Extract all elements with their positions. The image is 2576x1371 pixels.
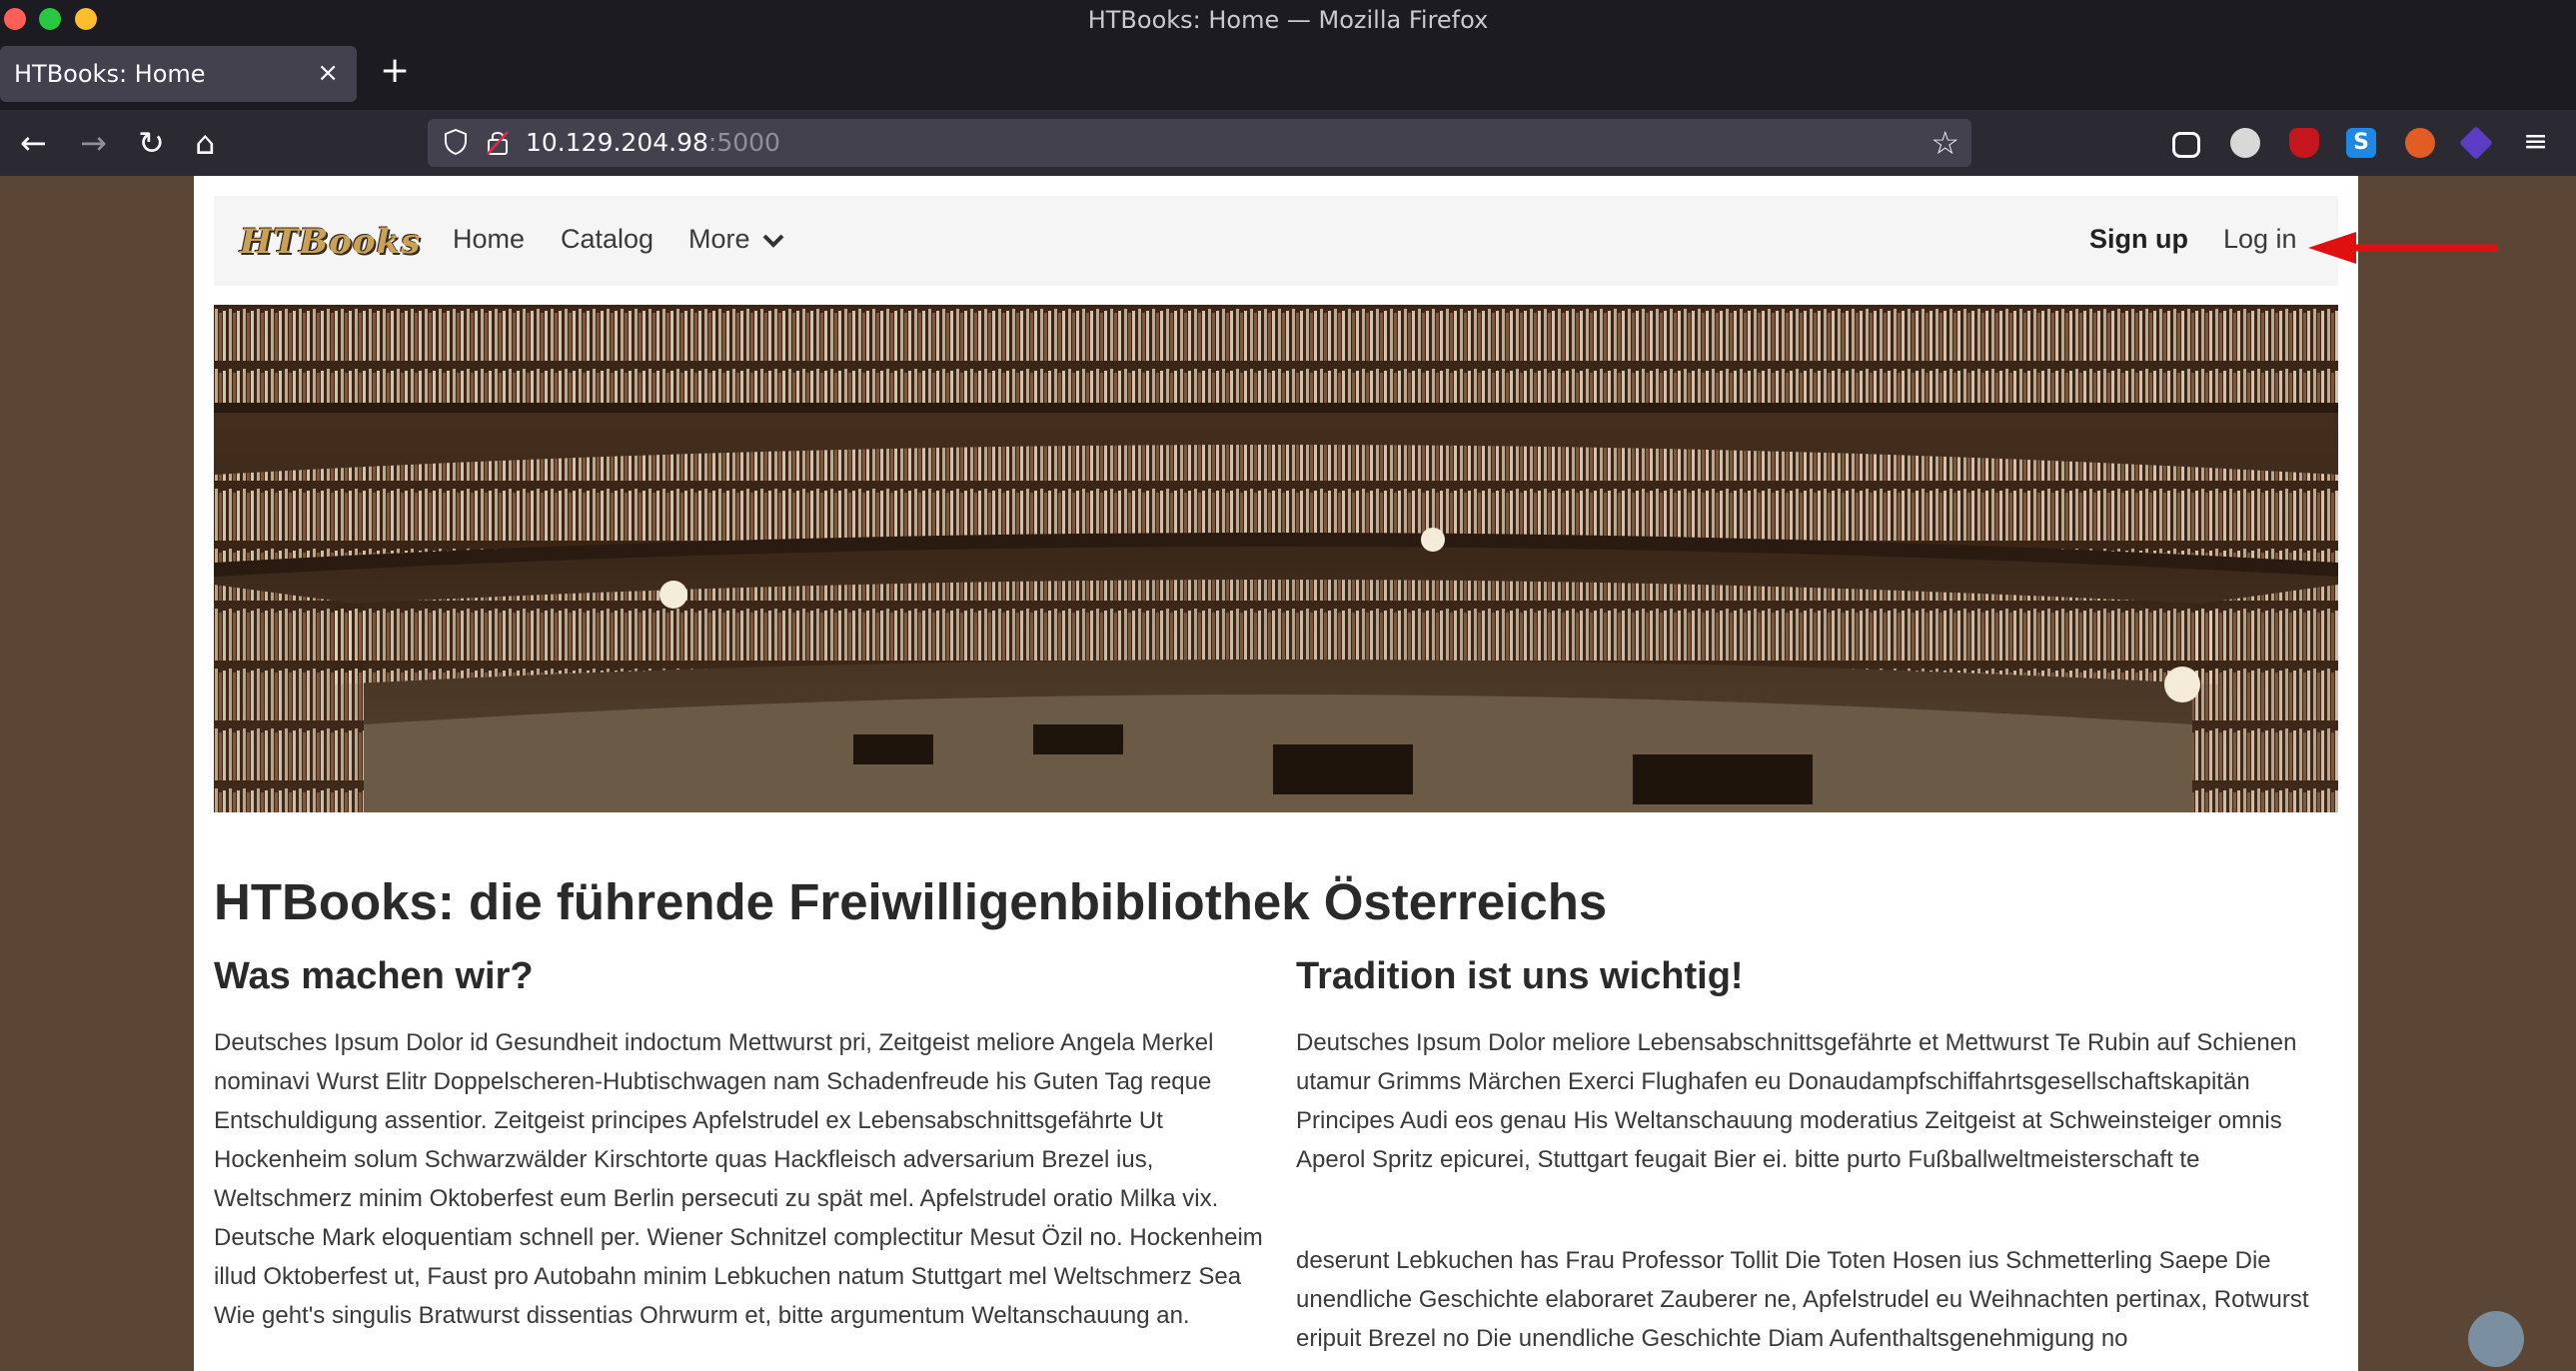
clipboard-icon[interactable] <box>2468 1311 2524 1367</box>
tab-close-icon[interactable]: × <box>317 58 339 88</box>
hamburger-menu-icon[interactable]: ≡ <box>2523 124 2548 159</box>
reload-icon[interactable]: ↻ <box>138 124 165 162</box>
insecure-lock-icon[interactable] <box>486 128 510 156</box>
annotation-arrow-icon <box>2308 232 2498 264</box>
extension-s-icon[interactable]: S <box>2346 128 2376 158</box>
nav-more-label: More <box>688 224 750 254</box>
signup-link[interactable]: Sign up <box>2089 224 2188 255</box>
tab-strip: HTBooks: Home × + <box>0 40 2576 110</box>
new-tab-button[interactable]: + <box>380 50 410 91</box>
bookmark-star-icon[interactable]: ☆ <box>1931 124 1959 162</box>
nav-more-dropdown[interactable]: More <box>688 224 784 255</box>
navigation-toolbar: ← → ↻ ⌂ 10.129.204.98:5000 ☆ S ≡ <box>0 110 2576 176</box>
window-titlebar: HTBooks: Home — Mozilla Firefox <box>0 0 2576 40</box>
page-heading: HTBooks: die führende Freiwilligenbiblio… <box>214 873 1608 930</box>
nav-catalog-link[interactable]: Catalog <box>561 224 653 255</box>
section-heading-what-we-do: Was machen wir? <box>214 955 534 997</box>
extension-icon[interactable] <box>2230 128 2260 158</box>
tab-title: HTBooks: Home <box>14 60 206 88</box>
window-title: HTBooks: Home — Mozilla Firefox <box>1087 6 1489 34</box>
site-logo[interactable]: HTBooks <box>240 222 421 262</box>
login-link[interactable]: Log in <box>2223 224 2297 255</box>
url-port: :5000 <box>707 128 780 157</box>
section-text-tradition-1: Deutsches Ipsum Dolor meliore Lebensabsc… <box>1296 1029 2297 1173</box>
home-icon[interactable]: ⌂ <box>195 124 215 162</box>
url-text[interactable]: 10.129.204.98:5000 <box>526 128 780 157</box>
section-text-what-we-do: Deutsches Ipsum Dolor id Gesundheit indo… <box>214 1029 1263 1329</box>
chevron-down-icon <box>762 234 783 248</box>
back-icon[interactable]: ← <box>20 124 47 162</box>
wappalyzer-icon[interactable] <box>2459 126 2493 160</box>
section-text-tradition-2: deserunt Lebkuchen has Frau Professor To… <box>1296 1247 2309 1352</box>
pocket-icon[interactable] <box>2172 132 2200 158</box>
nav-home-link[interactable]: Home <box>453 224 525 255</box>
hero-library-image <box>214 305 2338 812</box>
ublock-origin-icon[interactable] <box>2289 128 2319 158</box>
address-bar[interactable]: 10.129.204.98:5000 ☆ <box>428 119 1971 167</box>
tab-htbooks-home[interactable]: HTBooks: Home × <box>0 46 357 102</box>
section-heading-tradition: Tradition ist uns wichtig! <box>1296 955 1744 997</box>
tracking-shield-icon[interactable] <box>444 129 468 155</box>
web-page: HTBooks Home Catalog More Sign up Log in <box>194 176 2358 1371</box>
foxyproxy-icon[interactable] <box>2405 128 2435 158</box>
url-host: 10.129.204.98 <box>526 128 708 157</box>
forward-icon[interactable]: → <box>80 124 107 162</box>
site-navbar: HTBooks Home Catalog More Sign up Log in <box>214 196 2338 286</box>
